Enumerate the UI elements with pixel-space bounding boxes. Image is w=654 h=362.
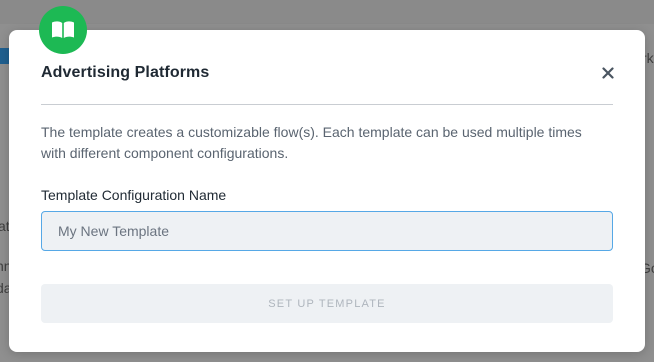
template-setup-modal: Advertising Platforms The template creat…: [9, 30, 645, 352]
modal-description: The template creates a customizable flow…: [41, 124, 582, 161]
title-divider: [41, 104, 613, 105]
modal-title: Advertising Platforms: [41, 64, 210, 81]
close-icon: [602, 67, 614, 79]
book-open-icon: [39, 6, 87, 54]
close-button[interactable]: [599, 64, 617, 82]
set-up-template-button[interactable]: SET UP TEMPLATE: [41, 284, 613, 323]
template-name-label: Template Configuration Name: [41, 187, 227, 203]
background-topbar: [0, 0, 654, 24]
template-name-input[interactable]: [41, 211, 613, 251]
